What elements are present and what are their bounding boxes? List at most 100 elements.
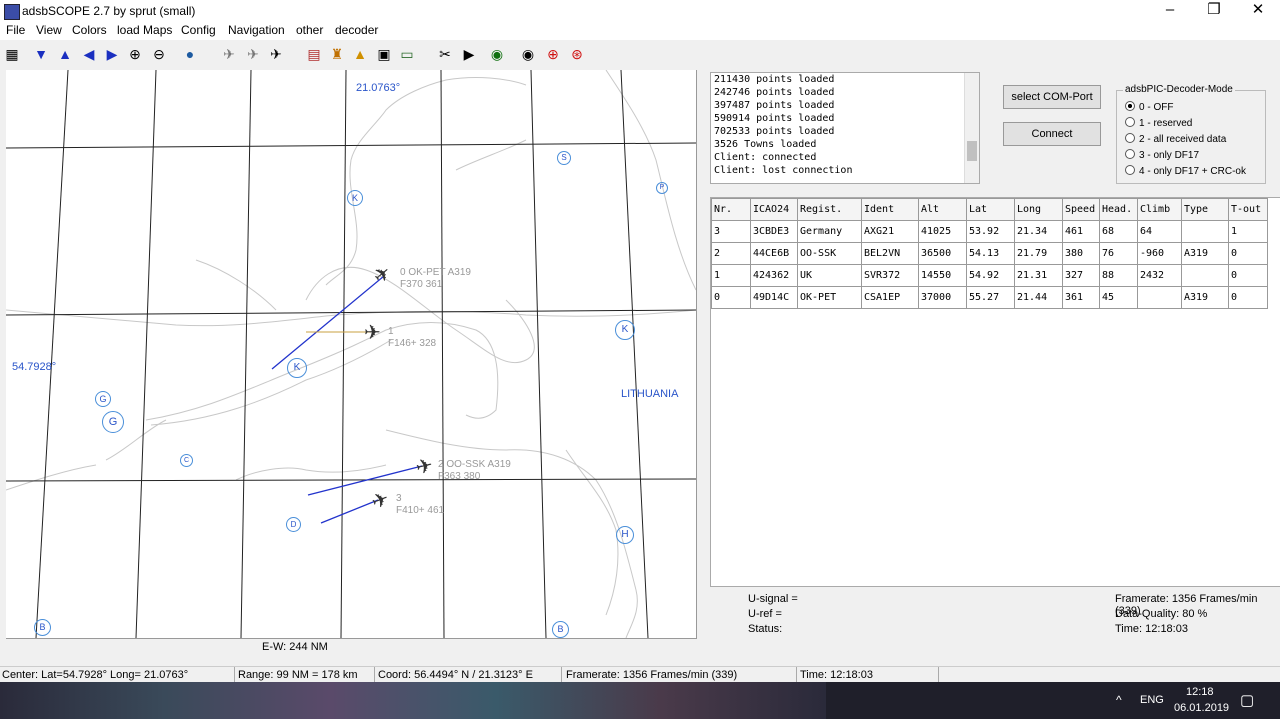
table-row[interactable]: 3 3CBDE3 Germany AXG21 41025 53.92 21.34 461 68 6… [711,220,1268,243]
column-header[interactable]: Regist. [797,198,862,221]
table-cell: 0 [711,286,751,309]
log-scroll-thumb[interactable] [967,141,977,161]
aircraft-2-label: 2 OO-SSK A319 F363 380 [438,459,511,482]
table-cell [1137,286,1182,309]
column-header[interactable]: Lat [966,198,1015,221]
tray-language[interactable]: ENG [1140,694,1164,706]
table-cell: 14550 [918,264,967,287]
column-header[interactable]: Ident [861,198,919,221]
column-header[interactable]: Type [1181,198,1229,221]
map-top-coordinate: 21.0763° [356,82,401,94]
document-icon[interactable]: ▣ [373,43,395,65]
beacon-icon: P [656,182,668,194]
log-line: Client: connected [714,152,817,163]
zoom-out-icon[interactable]: ⊖ [148,43,170,65]
column-header[interactable]: Head. [1099,198,1138,221]
aircraft-filter-3-icon[interactable]: ✈ [265,43,287,65]
radar-map[interactable]: S P K K K G G C D H B B 21.0763° 54.7928… [6,70,697,639]
beacon-icon: K [347,190,363,206]
menu-other[interactable]: other [296,23,323,37]
warning-icon[interactable]: ▲ [349,43,371,65]
arrow-up-icon[interactable]: ▲ [54,43,76,65]
log-scrollbar[interactable] [964,73,979,183]
log-line: 702533 points loaded [714,126,835,137]
menu-navigation[interactable]: Navigation [228,23,285,37]
table-row[interactable]: 2 44CE6B OO-SSK BEL2VN 36500 54.13 21.79 380 76-… [711,242,1268,265]
minimize-icon[interactable]: – [1148,0,1192,22]
log-line: 3526 Towns loaded [714,139,817,150]
select-com-port-button[interactable]: select COM-Port [1003,85,1101,109]
monitor-icon[interactable]: ▭ [396,43,418,65]
globe-icon[interactable]: ● [179,43,201,65]
record-black-icon[interactable]: ◉ [517,43,539,65]
aircraft-table[interactable]: Nr. ICAO24 Regist. Ident Alt Lat Long Sp… [710,197,1280,587]
data-quality-label: Data-Quality: 80 % [1115,608,1208,620]
table-cell: 54.13 [966,242,1015,265]
column-header[interactable]: ICAO24 [750,198,798,221]
table-cell: 76 [1099,242,1138,265]
menu-config[interactable]: Config [181,23,216,37]
table-cell: 64 [1137,220,1182,243]
menu-view[interactable]: View [36,23,62,37]
column-header[interactable]: Climb [1137,198,1182,221]
table-cell: 380 [1062,242,1100,265]
menu-file[interactable]: File [6,23,25,37]
notification-icon[interactable]: ▢ [1240,691,1254,709]
menu-colors[interactable]: Colors [72,23,107,37]
message-log[interactable]: 211430 points loaded 242746 points loade… [710,72,980,184]
mode-radio-2[interactable]: 2 - all received data [1125,133,1226,145]
tray-chevron-icon[interactable]: ^ [1116,693,1122,707]
column-header[interactable]: Nr. [711,198,751,221]
record-green-icon[interactable]: ◉ [486,43,508,65]
mode-radio-0[interactable]: 0 - OFF [1125,101,1173,113]
table-cell: -960 [1137,242,1182,265]
menu-load-maps[interactable]: load Maps [117,23,172,37]
status-coord: Coord: 56.4494° N / 21.3123° E [378,669,533,681]
play-icon[interactable]: ▶ [458,43,480,65]
tray-clock-date[interactable]: 06.01.2019 [1174,702,1229,714]
mode-radio-3[interactable]: 3 - only DF17 [1125,149,1199,161]
status-bar: Center: Lat=54.7928° Long= 21.0763° Rang… [0,666,1280,683]
close-icon[interactable]: ✕ [1236,0,1280,22]
table-cell: 0 [1228,286,1268,309]
table-icon[interactable]: ▦ [1,43,23,65]
arrow-down-icon[interactable]: ▼ [30,43,52,65]
aircraft-filter-1-icon[interactable]: ✈ [218,43,240,65]
connect-button[interactable]: Connect [1003,122,1101,146]
menu-decoder[interactable]: decoder [335,23,378,37]
target-icon[interactable]: ⊛ [566,43,588,65]
aircraft-1-icon[interactable]: ✈ [364,320,381,345]
table-cell: 327 [1062,264,1100,287]
column-header[interactable]: T-out [1228,198,1268,221]
aircraft-filter-2-icon[interactable]: ✈ [242,43,264,65]
mode-radio-4[interactable]: 4 - only DF17 + CRC-ok [1125,165,1246,177]
table-row[interactable]: 1 424362 UK SVR372 14550 54.92 21.31 327 88 2432 0 [711,264,1268,287]
column-header[interactable]: Alt [918,198,967,221]
table-cell: 53.92 [966,220,1015,243]
table-cell: 1 [1228,220,1268,243]
table-cell [1181,220,1229,243]
crosshair-icon[interactable]: ⊕ [542,43,564,65]
aircraft-3-label: 3 F410+ 461 [396,493,445,516]
column-header[interactable]: Long [1014,198,1063,221]
arrow-left-icon[interactable]: ◀ [78,43,100,65]
tools-icon[interactable]: ✂ [434,43,456,65]
log-line: 242746 points loaded [714,87,835,98]
toolbar: ▦ ▼ ▲ ◀ ▶ ⊕ ⊖ ● ✈ ✈ ✈ ▤ ♜ ▲ ▣ ▭ ✂ ▶ ◉ ◉ … [0,40,1280,70]
beacon-icon[interactable]: ♜ [326,43,348,65]
chart-icon[interactable]: ▤ [303,43,325,65]
aircraft-0-label: 0 OK-PET A319 F370 361 [400,267,471,290]
table-cell: 36500 [918,242,967,265]
table-cell: A319 [1181,242,1229,265]
arrow-right-icon[interactable]: ▶ [101,43,123,65]
status-label: Status: [748,623,783,635]
zoom-in-icon[interactable]: ⊕ [124,43,146,65]
time-label: Time: 12:18:03 [1115,623,1188,635]
maximize-icon[interactable]: ❐ [1192,0,1236,22]
tray-clock-time[interactable]: 12:18 [1186,686,1214,698]
beacon-icon: H [616,526,634,544]
mode-radio-1[interactable]: 1 - reserved [1125,117,1192,129]
table-cell: 3 [711,220,751,243]
table-row[interactable]: 0 49D14C OK-PET CSA1EP 37000 55.27 21.44 361 45 A… [711,286,1268,309]
column-header[interactable]: Speed [1062,198,1100,221]
